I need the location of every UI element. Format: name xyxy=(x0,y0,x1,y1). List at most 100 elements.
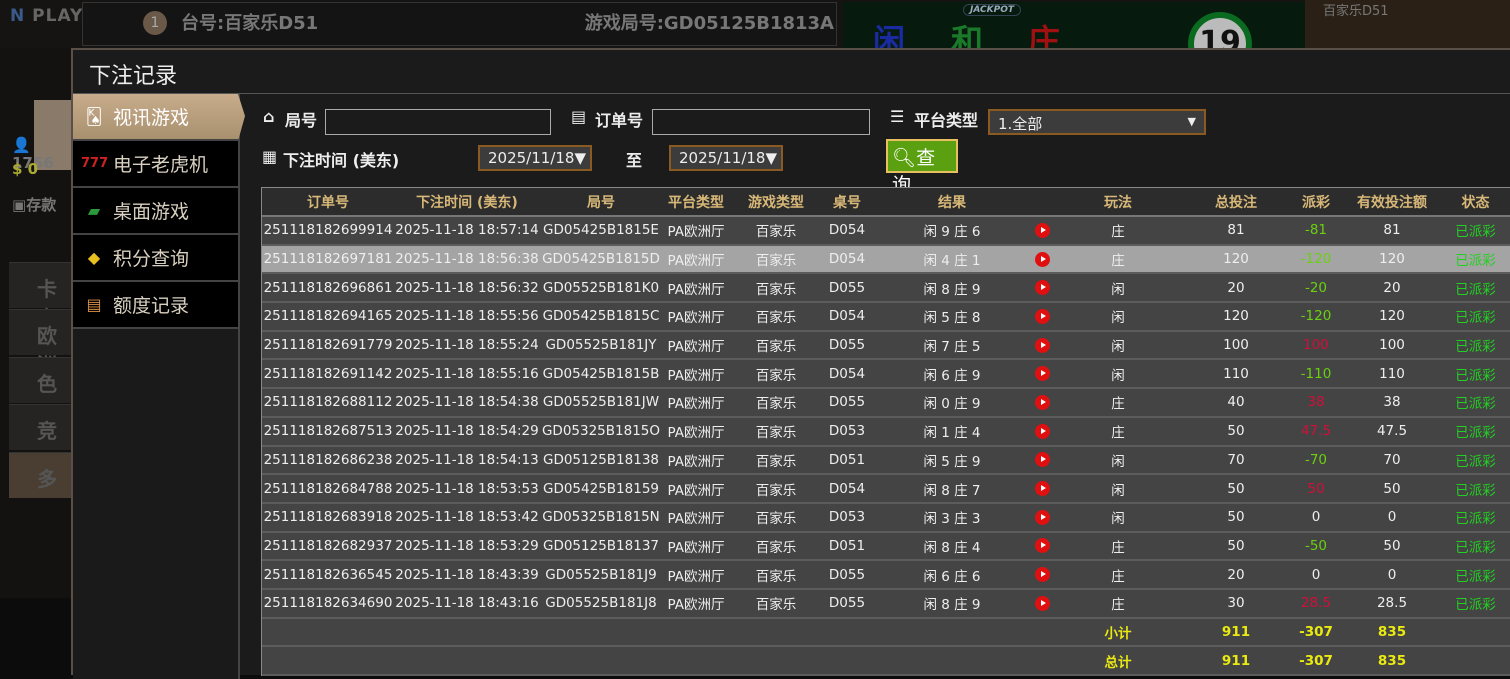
table-cell: 38 xyxy=(1344,388,1440,418)
empty-cell xyxy=(730,646,822,676)
table-cell: 120 xyxy=(1344,244,1440,275)
order-input[interactable] xyxy=(652,109,870,135)
menu-label: 视讯游戏 xyxy=(113,107,190,129)
table-cell: 20 xyxy=(1184,273,1288,304)
table-cell: GD05525B181K0 xyxy=(540,273,662,304)
empty-cell xyxy=(262,646,394,676)
play-video-icon[interactable] xyxy=(1034,308,1050,324)
table-cell: 2025-11-18 18:43:39 xyxy=(394,560,540,590)
column-header: 下注时间 (美东) xyxy=(394,188,540,217)
play-video-icon[interactable] xyxy=(1034,394,1050,410)
play-video-icon[interactable] xyxy=(1034,452,1050,468)
table-row[interactable]: 251118182686238 2025-11-18 18:54:13 GD0512… xyxy=(262,445,1510,476)
replay-cell xyxy=(1032,388,1052,418)
table-cell: -81 xyxy=(1288,216,1344,246)
play-video-icon[interactable] xyxy=(1034,423,1050,439)
table-cell: 38 xyxy=(1288,388,1344,418)
table-cell: 已派彩 xyxy=(1440,330,1510,361)
play-video-icon[interactable] xyxy=(1034,595,1050,611)
table-row[interactable]: 251118182696861 2025-11-18 18:56:32 GD0552… xyxy=(262,273,1510,304)
table-row[interactable]: 251118182684788 2025-11-18 18:53:53 GD0542… xyxy=(262,474,1510,504)
slot-777-icon: 777 xyxy=(81,156,109,171)
play-video-icon[interactable] xyxy=(1034,567,1050,583)
table-cell: 50 xyxy=(1184,502,1288,533)
table-row[interactable]: 251118182687513 2025-11-18 18:54:29 GD0532… xyxy=(262,416,1510,447)
replay-cell xyxy=(1032,359,1052,390)
menu-label: 额度记录 xyxy=(113,295,190,317)
platform-select[interactable]: 1.全部 ▼ xyxy=(988,109,1206,135)
table-cell: -20 xyxy=(1288,273,1344,304)
side-item[interactable]: 卡卡 xyxy=(9,262,71,330)
play-video-icon[interactable] xyxy=(1034,366,1050,382)
table-cell: 251118182682937 xyxy=(262,531,394,562)
round-input[interactable] xyxy=(325,109,551,135)
table-cell: PA欧洲厅 xyxy=(662,273,730,304)
replay-cell xyxy=(1032,216,1052,246)
replay-cell xyxy=(1032,560,1052,590)
table-cell: 251118182696861 xyxy=(262,273,394,304)
play-video-icon[interactable] xyxy=(1034,509,1050,525)
table-cell: 2025-11-18 18:55:16 xyxy=(394,359,540,390)
table-cell: 20 xyxy=(1184,560,1288,590)
table-cell: GD05425B1815E xyxy=(540,216,662,246)
credit: 0 xyxy=(27,160,39,178)
table-cell: 闲 xyxy=(1052,359,1184,390)
date-to-select[interactable]: 2025/11/18▼ xyxy=(669,145,783,171)
deposit-link[interactable]: ▣存款 xyxy=(12,194,56,215)
table-row[interactable]: 251118182682937 2025-11-18 18:53:29 GD0512… xyxy=(262,531,1510,562)
table-cell: PA欧洲厅 xyxy=(662,330,730,361)
menu-item-live-games[interactable]: 🂮 视讯游戏 xyxy=(73,94,245,141)
table-row[interactable]: 251118182697181 2025-11-18 18:56:38 GD0542… xyxy=(262,244,1510,275)
subtotal-payout: -307 xyxy=(1288,617,1344,648)
table-cell: PA欧洲厅 xyxy=(662,531,730,562)
date-from-select[interactable]: 2025/11/18▼ xyxy=(478,145,592,171)
side-item[interactable]: 色 xyxy=(9,357,71,403)
table-row[interactable]: 251118182634690 2025-11-18 18:43:16 GD0552… xyxy=(262,588,1510,619)
table-row[interactable]: 251118182636545 2025-11-18 18:43:39 GD0552… xyxy=(262,560,1510,590)
menu-item-credit-records[interactable]: ▤ 额度记录 xyxy=(73,282,238,329)
table-cell: D055 xyxy=(822,273,872,304)
column-header xyxy=(1032,188,1052,217)
query-button[interactable]: 🔍︎查询 xyxy=(886,139,958,196)
table-cell: 已派彩 xyxy=(1440,302,1510,332)
table-row[interactable]: 251118182688112 2025-11-18 18:54:38 GD0552… xyxy=(262,388,1510,418)
table-cell: 120 xyxy=(1344,302,1440,332)
replay-cell xyxy=(1032,588,1052,619)
empty-cell xyxy=(730,617,822,648)
play-video-icon[interactable] xyxy=(1034,251,1050,267)
table-cell: -120 xyxy=(1288,302,1344,332)
table-cell: 已派彩 xyxy=(1440,244,1510,275)
play-video-icon[interactable] xyxy=(1034,337,1050,353)
replay-cell xyxy=(1032,244,1052,275)
divider xyxy=(73,93,1510,94)
play-video-icon[interactable] xyxy=(1034,481,1050,497)
table-cell: 251118182691142 xyxy=(262,359,394,390)
table-row[interactable]: 251118182683918 2025-11-18 18:53:42 GD0532… xyxy=(262,502,1510,533)
table-cell: 闲 6 庄 6 xyxy=(872,560,1032,590)
table-row[interactable]: 251118182694165 2025-11-18 18:55:56 GD0542… xyxy=(262,302,1510,332)
menu-item-table-games[interactable]: ▰ 桌面游戏 xyxy=(73,188,238,235)
side-item[interactable]: 竞 xyxy=(9,404,71,450)
menu-item-points[interactable]: ◆ 积分查询 xyxy=(73,235,238,282)
play-video-icon[interactable] xyxy=(1034,538,1050,554)
side-item[interactable]: 多 xyxy=(9,452,71,498)
table-cell: 已派彩 xyxy=(1440,531,1510,562)
play-video-icon[interactable] xyxy=(1034,280,1050,296)
empty-cell xyxy=(394,646,540,676)
side-item[interactable]: 欧洲 xyxy=(9,309,71,377)
table-row[interactable]: 251118182699914 2025-11-18 18:57:14 GD0542… xyxy=(262,216,1510,246)
table-cell: 百家乐 xyxy=(730,216,822,246)
table-cell: GD05125B18137 xyxy=(540,531,662,562)
table-cell: 闲 5 庄 9 xyxy=(872,445,1032,476)
table-cell: 2025-11-18 18:57:14 xyxy=(394,216,540,246)
table-row[interactable]: 251118182691142 2025-11-18 18:55:16 GD0542… xyxy=(262,359,1510,390)
column-header: 有效投注额 xyxy=(1344,188,1440,217)
table-cell: D054 xyxy=(822,244,872,275)
replay-cell xyxy=(1032,273,1052,304)
bet-record-modal: 下注记录 🂮 视讯游戏 777 电子老虎机 ▰ 桌面游戏 ◆ 积分查询 ▤ 额度记录 ⌂ … xyxy=(71,48,1510,679)
play-video-icon[interactable] xyxy=(1034,222,1050,238)
table-cell: 闲 xyxy=(1052,502,1184,533)
column-header: 总投注 xyxy=(1184,188,1288,217)
table-row[interactable]: 251118182691779 2025-11-18 18:55:24 GD0552… xyxy=(262,330,1510,361)
menu-item-slots[interactable]: 777 电子老虎机 xyxy=(73,141,238,188)
